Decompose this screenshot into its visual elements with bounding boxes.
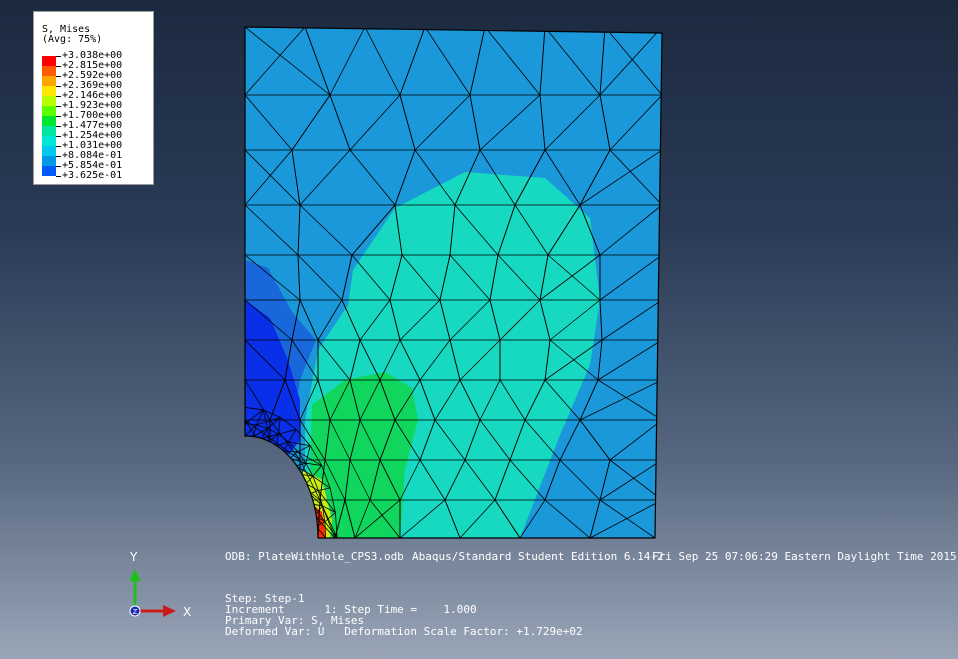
x-axis-arrowhead: [163, 605, 176, 617]
contour-plot: [245, 27, 662, 538]
x-axis-label: X: [183, 605, 192, 619]
odb-name: ODB: PlateWithHole_CPS3.odb: [225, 550, 404, 563]
edition-label: Abaqus/Standard Student Edition 6.14-2: [412, 550, 664, 563]
z-axis-label: Z: [133, 608, 138, 616]
deformed-var-label: Deformed Var: U Deformation Scale Factor…: [225, 625, 583, 638]
timestamp: Fri Sep 25 07:06:29 Eastern Daylight Tim…: [652, 550, 957, 563]
y-axis-arrowhead: [129, 569, 141, 581]
y-axis-label: Y: [130, 550, 138, 564]
mesh-edge: [269, 459, 301, 501]
mesh-edge: [654, 499, 662, 538]
mesh-edge: [654, 499, 662, 538]
